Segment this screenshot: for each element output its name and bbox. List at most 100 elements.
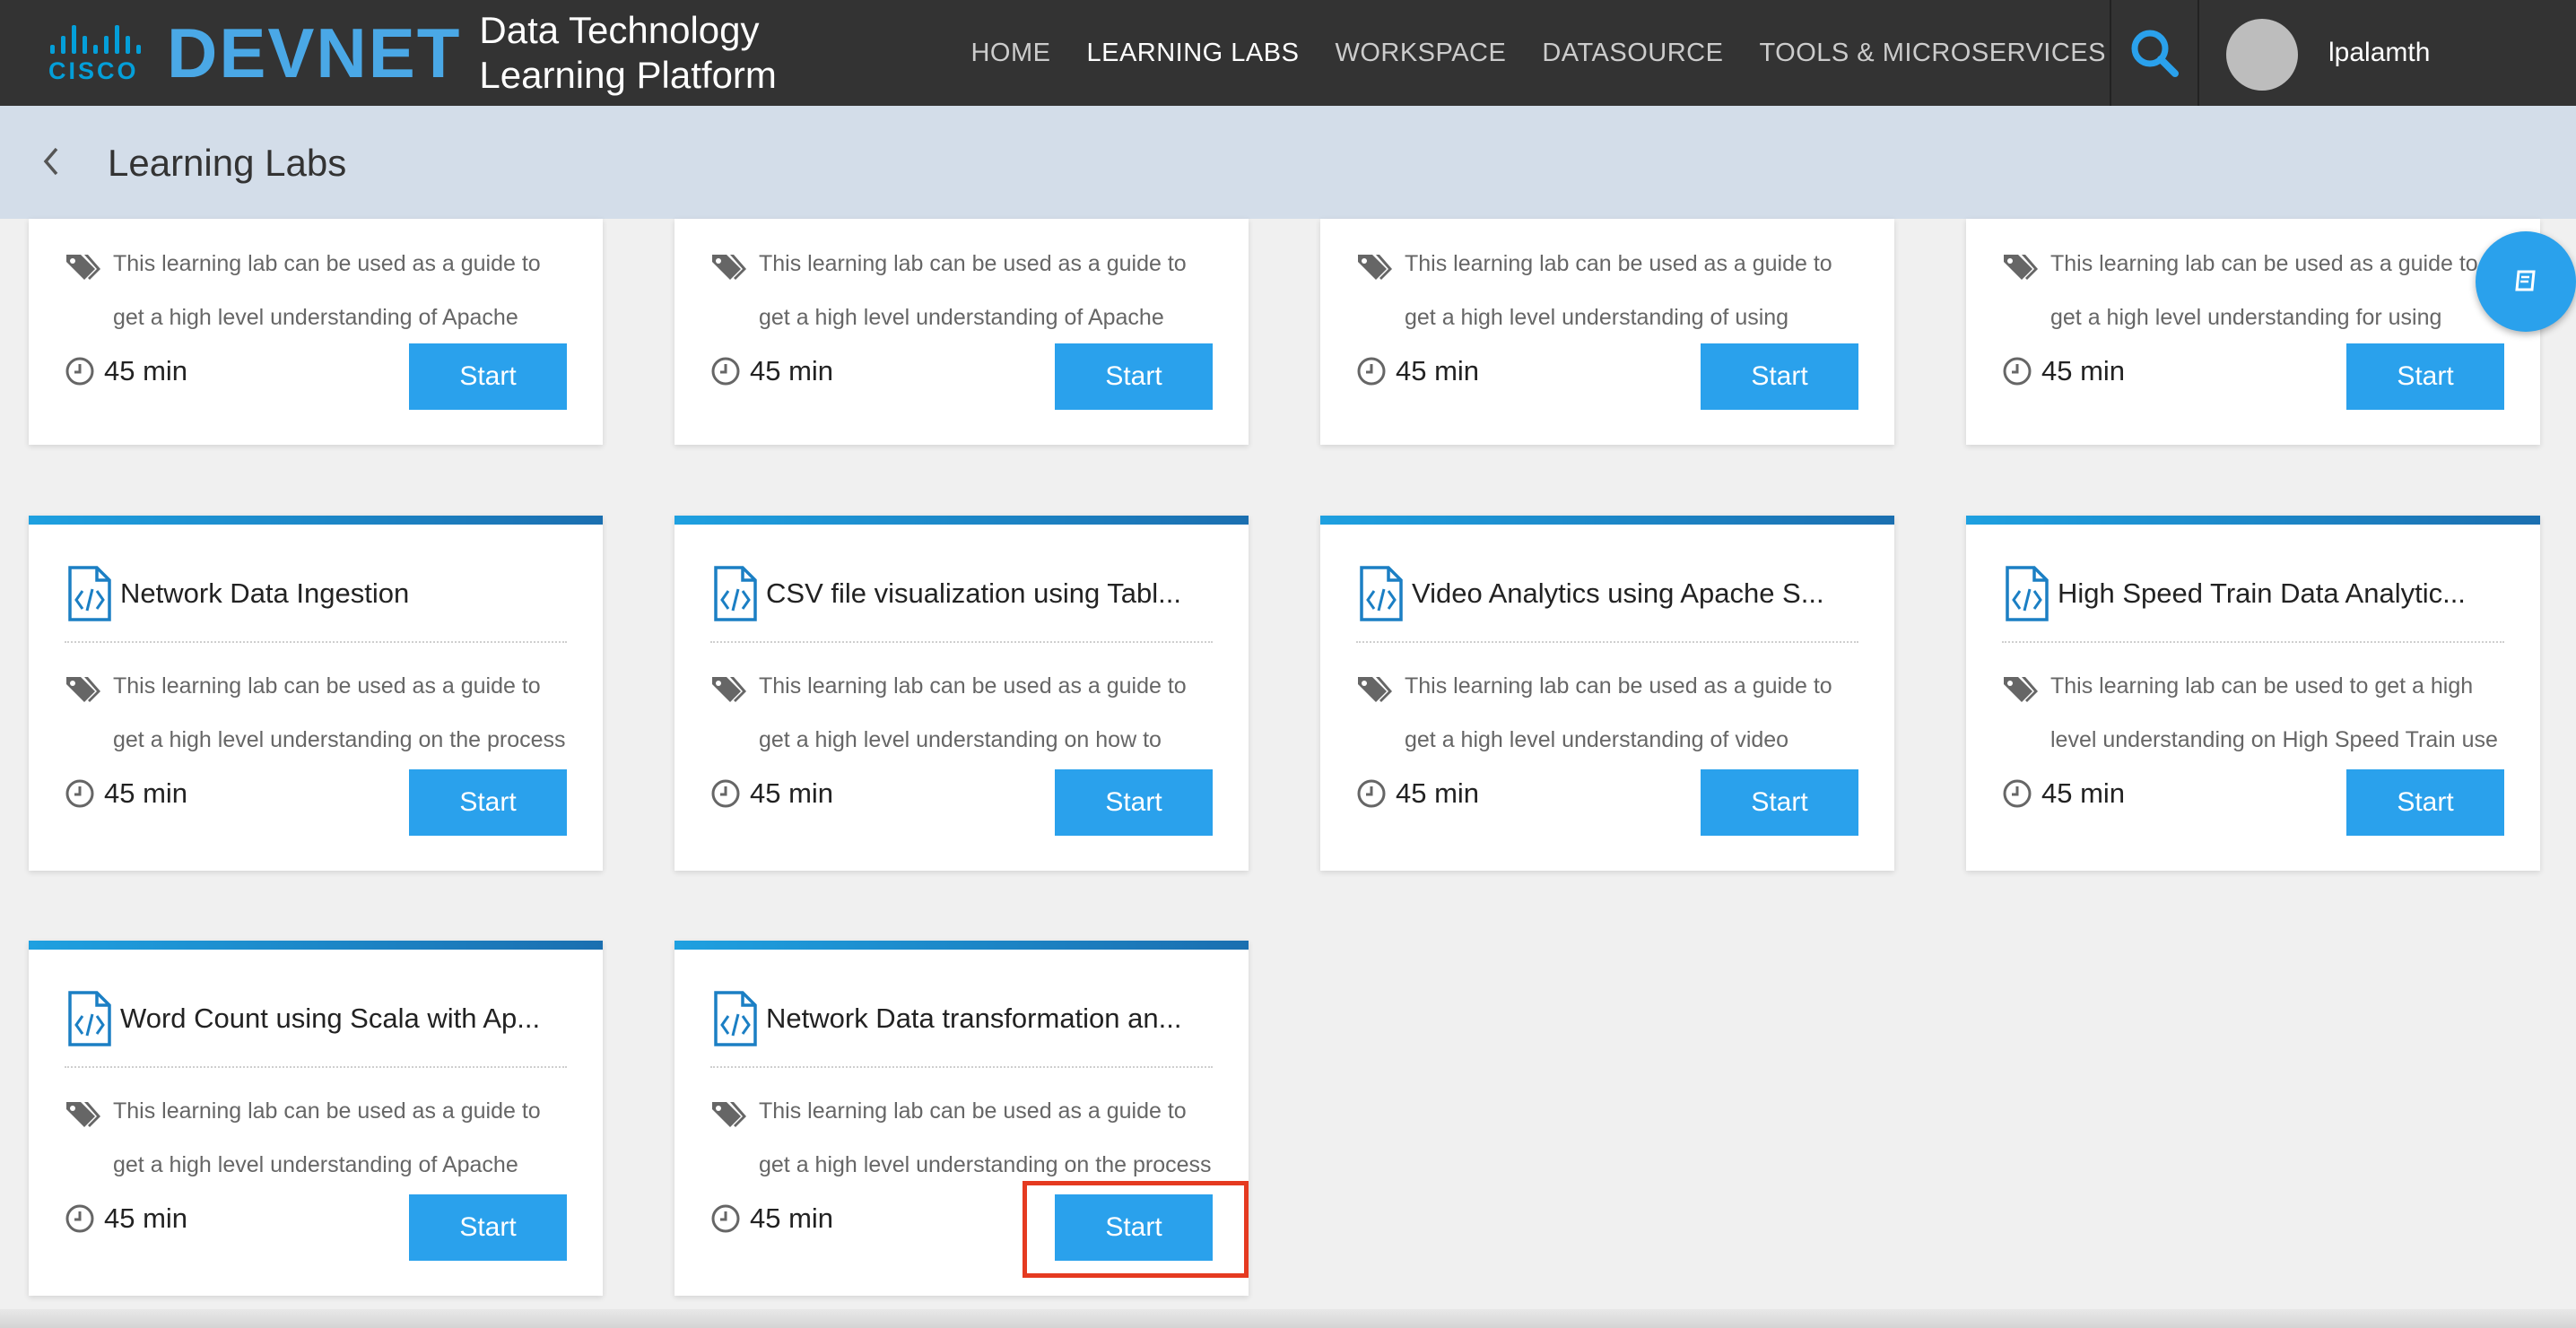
learning-lab-card[interactable]: Network Data Ingestion This learning lab … (29, 516, 603, 871)
start-button[interactable]: Start (1701, 769, 1858, 836)
card-divider (710, 1066, 1213, 1068)
card-divider (1356, 641, 1858, 643)
nav-learning-labs[interactable]: LEARNING LABS (1086, 39, 1299, 68)
code-file-icon (68, 991, 111, 1046)
learning-lab-card[interactable]: Word Count using Scala with Ap... This le… (29, 941, 603, 1296)
card-divider (2002, 641, 2504, 643)
learning-lab-card[interactable]: Video Analytics using Apache S... This le… (1320, 516, 1894, 871)
top-navigation-bar: CISCO DEVNET Data Technology Learning Pl… (0, 0, 2576, 106)
card-duration: 45 min (65, 777, 187, 810)
learning-lab-card[interactable]: CSV file visualization using Tabl... This… (674, 516, 1249, 871)
highlight-box (1023, 1181, 1249, 1278)
card-accent-bar (1320, 516, 1894, 525)
main-nav: HOME LEARNING LABS WORKSPACE DATASOURCE … (970, 0, 2106, 106)
card-divider (65, 1066, 567, 1068)
card-description-row: This learning lab can be used as a guide… (1356, 673, 1858, 759)
chevron-left-icon (43, 147, 58, 176)
platform-title-line-2: Learning Platform (479, 54, 777, 96)
card-title[interactable]: High Speed Train Data Analytic... (2058, 577, 2466, 610)
card-description-row: This learning lab can be used as a guide… (2002, 251, 2504, 337)
duration-text: 45 min (104, 355, 188, 386)
start-button[interactable]: Start (409, 1194, 567, 1261)
card-description: This learning lab can be used as a guide… (759, 673, 1187, 752)
start-button[interactable]: Start (1055, 769, 1213, 836)
learning-lab-card[interactable]: High Speed Train Data Analytic... This le… (1966, 516, 2540, 871)
card-description-row: This learning lab can be used as a guide… (65, 673, 567, 759)
learning-lab-card[interactable]: This learning lab can be used as a guide… (1966, 219, 2540, 445)
card-accent-bar (29, 941, 603, 950)
start-button[interactable]: Start (1701, 343, 1858, 410)
card-description: This learning lab can be used as a guide… (759, 251, 1187, 330)
search-button[interactable] (2111, 0, 2197, 106)
clock-icon (1357, 779, 1386, 808)
learning-lab-card[interactable]: This learning lab can be used as a guide… (674, 219, 1249, 445)
duration-text: 45 min (2041, 777, 2126, 809)
tag-icon (712, 255, 746, 280)
card-accent-bar (1966, 516, 2540, 525)
nav-divider (2197, 0, 2199, 106)
tag-icon (2004, 255, 2038, 280)
code-file-icon (2006, 566, 2049, 621)
card-accent-bar (674, 941, 1249, 950)
duration-text: 45 min (104, 1202, 188, 1234)
start-button[interactable]: Start (409, 769, 567, 836)
card-duration: 45 min (65, 355, 187, 387)
card-divider (65, 641, 567, 643)
card-description-row: This learning lab can be used as a guide… (710, 1098, 1213, 1185)
tag-icon (66, 1102, 100, 1127)
card-title[interactable]: Network Data transformation an... (766, 1003, 1181, 1035)
floating-action-button[interactable] (2476, 231, 2576, 332)
tag-icon (712, 677, 746, 702)
card-description-row: This learning lab can be used as a guide… (710, 251, 1213, 337)
code-file-icon (1360, 566, 1403, 621)
start-button[interactable]: Start (409, 343, 567, 410)
avatar[interactable] (2226, 19, 2298, 91)
card-duration: 45 min (710, 355, 833, 387)
card-title[interactable]: CSV file visualization using Tabl... (766, 577, 1181, 610)
code-file-icon (714, 566, 757, 621)
nav-tools-microservices[interactable]: TOOLS & MICROSERVICES (1759, 39, 2106, 68)
tag-icon (2004, 677, 2038, 702)
learning-lab-card[interactable]: This learning lab can be used as a guide… (29, 219, 603, 445)
nav-datasource[interactable]: DATASOURCE (1542, 39, 1723, 68)
clock-icon (711, 357, 740, 386)
duration-text: 45 min (2041, 355, 2126, 386)
code-file-icon (714, 991, 757, 1046)
tag-icon (1358, 677, 1392, 702)
search-icon (2131, 30, 2179, 77)
card-description: This learning lab can be used to get a h… (2050, 673, 2498, 752)
duration-text: 45 min (1396, 355, 1480, 386)
start-button[interactable]: Start (1055, 343, 1213, 410)
card-duration: 45 min (1356, 777, 1479, 810)
cisco-wordmark: CISCO (48, 57, 139, 84)
platform-title-line-1: Data Technology (479, 9, 760, 51)
learning-lab-card[interactable]: This learning lab can be used as a guide… (1320, 219, 1894, 445)
duration-text: 45 min (104, 777, 188, 809)
start-button[interactable]: Start (2346, 769, 2504, 836)
card-duration: 45 min (710, 777, 833, 810)
card-description-row: This learning lab can be used to get a h… (2002, 673, 2504, 759)
card-header: CSV file visualization using Tabl... (710, 562, 1213, 625)
clock-icon (65, 357, 94, 386)
brand[interactable]: CISCO DEVNET Data Technology Learning Pl… (45, 0, 777, 106)
card-title[interactable]: Network Data Ingestion (120, 577, 409, 610)
back-button[interactable] (38, 143, 65, 179)
code-file-icon (68, 566, 111, 621)
start-button[interactable]: Start (2346, 343, 2504, 410)
card-description-row: This learning lab can be used as a guide… (65, 1098, 567, 1185)
duration-text: 45 min (750, 355, 834, 386)
card-duration: 45 min (1356, 355, 1479, 387)
duration-text: 45 min (1396, 777, 1480, 809)
card-description: This learning lab can be used as a guide… (759, 1098, 1212, 1177)
card-duration: 45 min (65, 1202, 187, 1235)
username[interactable]: lpalamth (2328, 38, 2430, 68)
duration-text: 45 min (750, 777, 834, 809)
card-title[interactable]: Video Analytics using Apache S... (1412, 577, 1824, 610)
card-title[interactable]: Word Count using Scala with Ap... (120, 1003, 540, 1035)
nav-home[interactable]: HOME (970, 39, 1050, 68)
card-description: This learning lab can be used as a guide… (113, 251, 541, 330)
clock-icon (711, 779, 740, 808)
page-header: Learning Labs (0, 106, 2576, 219)
card-description-row: This learning lab can be used as a guide… (1356, 251, 1858, 337)
nav-workspace[interactable]: WORKSPACE (1335, 39, 1506, 68)
